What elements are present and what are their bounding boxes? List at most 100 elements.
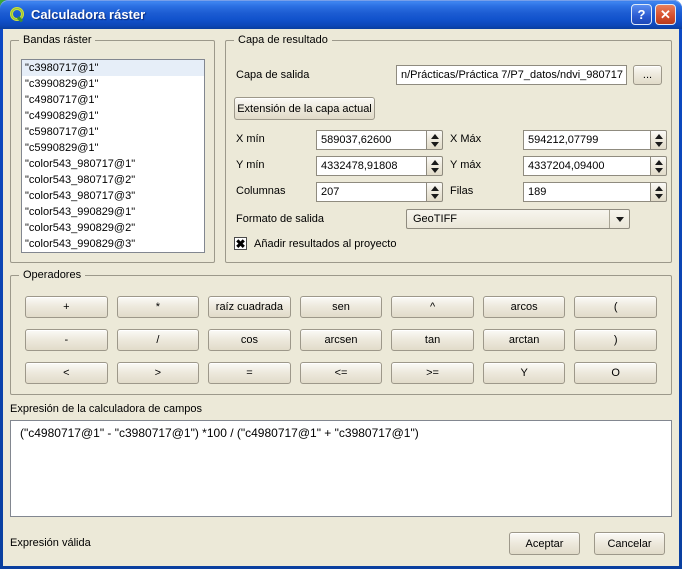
expression-label: Expresión de la calculadora de campos bbox=[10, 403, 202, 415]
operator-button[interactable]: cos bbox=[208, 329, 291, 351]
spin-down-icon[interactable] bbox=[431, 142, 439, 147]
add-results-checkbox-label: Añadir resultados al proyecto bbox=[254, 238, 396, 250]
operator-button[interactable]: <= bbox=[300, 362, 383, 384]
spin-up-icon[interactable] bbox=[655, 160, 663, 165]
band-list-item[interactable]: "c5990829@1" bbox=[22, 140, 204, 156]
operator-button[interactable]: sen bbox=[300, 296, 383, 318]
rows-value[interactable]: 189 bbox=[523, 182, 650, 202]
band-list-item[interactable]: "color543_990829@1" bbox=[22, 204, 204, 220]
operator-button[interactable]: raíz cuadrada bbox=[208, 296, 291, 318]
columns-spinbox[interactable]: 207 bbox=[316, 182, 443, 202]
operator-button[interactable]: / bbox=[117, 329, 200, 351]
band-list-item[interactable]: "c4980717@1" bbox=[22, 92, 204, 108]
raster-bands-group-label: Bandas ráster bbox=[19, 34, 95, 46]
operator-button[interactable]: > bbox=[117, 362, 200, 384]
combo-dropdown-button[interactable] bbox=[609, 210, 629, 228]
chevron-down-icon bbox=[616, 217, 624, 222]
output-format-value: GeoTIFF bbox=[407, 210, 609, 228]
xmin-spin-buttons[interactable] bbox=[426, 130, 443, 150]
operator-button[interactable]: O bbox=[574, 362, 657, 384]
titlebar[interactable]: Calculadora ráster ? ✕ bbox=[0, 0, 682, 29]
xmax-value[interactable]: 594212,07799 bbox=[523, 130, 650, 150]
operator-button[interactable]: Y bbox=[483, 362, 566, 384]
spin-up-icon[interactable] bbox=[431, 134, 439, 139]
spin-down-icon[interactable] bbox=[655, 168, 663, 173]
cancel-button[interactable]: Cancelar bbox=[594, 532, 665, 555]
operators-group-label: Operadores bbox=[19, 269, 85, 281]
band-list-item[interactable]: "color543_990829@2" bbox=[22, 220, 204, 236]
operators-grid: + * raíz cuadrada sen ^ arcos ( - / cos … bbox=[25, 296, 657, 384]
band-list-item[interactable]: "color543_980717@3" bbox=[22, 188, 204, 204]
rows-spinbox[interactable]: 189 bbox=[523, 182, 667, 202]
operator-button[interactable]: = bbox=[208, 362, 291, 384]
help-button[interactable]: ? bbox=[631, 4, 652, 25]
columns-spin-buttons[interactable] bbox=[426, 182, 443, 202]
qgis-icon bbox=[9, 6, 26, 23]
browse-output-button[interactable]: ... bbox=[633, 65, 662, 85]
band-list[interactable]: "c3980717@1" "c3990829@1" "c4980717@1" "… bbox=[21, 59, 205, 253]
xmax-label: X Máx bbox=[450, 133, 481, 145]
rows-label: Filas bbox=[450, 185, 473, 197]
operator-button[interactable]: ) bbox=[574, 329, 657, 351]
xmin-spinbox[interactable]: 589037,62600 bbox=[316, 130, 443, 150]
close-button[interactable]: ✕ bbox=[655, 4, 676, 25]
operator-button[interactable]: ^ bbox=[391, 296, 474, 318]
xmin-label: X mín bbox=[236, 133, 265, 145]
ymax-spinbox[interactable]: 4337204,09400 bbox=[523, 156, 667, 176]
operator-button[interactable]: arcos bbox=[483, 296, 566, 318]
dialog-body: Bandas ráster "c3980717@1" "c3990829@1" … bbox=[3, 29, 679, 566]
operator-button[interactable]: * bbox=[117, 296, 200, 318]
spin-up-icon[interactable] bbox=[655, 134, 663, 139]
operator-button[interactable]: - bbox=[25, 329, 108, 351]
raster-bands-group: Bandas ráster "c3980717@1" "c3990829@1" … bbox=[10, 40, 215, 263]
xmax-spinbox[interactable]: 594212,07799 bbox=[523, 130, 667, 150]
output-layer-path-field[interactable]: n/Prácticas/Práctica 7/P7_datos/ndvi_980… bbox=[396, 65, 627, 85]
raster-calculator-window: Calculadora ráster ? ✕ Bandas ráster "c3… bbox=[0, 0, 682, 569]
spin-down-icon[interactable] bbox=[431, 168, 439, 173]
ymin-spin-buttons[interactable] bbox=[426, 156, 443, 176]
operator-button[interactable]: < bbox=[25, 362, 108, 384]
band-list-item[interactable]: "c3990829@1" bbox=[22, 76, 204, 92]
ymax-value[interactable]: 4337204,09400 bbox=[523, 156, 650, 176]
checkbox-check-icon: ✖ bbox=[235, 238, 245, 250]
operator-button[interactable]: arctan bbox=[483, 329, 566, 351]
rows-spin-buttons[interactable] bbox=[650, 182, 667, 202]
result-layer-group-label: Capa de resultado bbox=[234, 34, 332, 46]
band-list-item[interactable]: "color543_980717@2" bbox=[22, 172, 204, 188]
output-layer-label: Capa de salida bbox=[236, 69, 309, 81]
result-layer-group: Capa de resultado Capa de salida n/Práct… bbox=[225, 40, 672, 263]
band-list-item[interactable]: "color543_980717@1" bbox=[22, 156, 204, 172]
spin-down-icon[interactable] bbox=[655, 194, 663, 199]
operator-button[interactable]: arcsen bbox=[300, 329, 383, 351]
spin-up-icon[interactable] bbox=[655, 186, 663, 191]
ymin-spinbox[interactable]: 4332478,91808 bbox=[316, 156, 443, 176]
operator-button[interactable]: tan bbox=[391, 329, 474, 351]
ymin-value[interactable]: 4332478,91808 bbox=[316, 156, 426, 176]
band-list-item[interactable]: "c4990829@1" bbox=[22, 108, 204, 124]
expression-textarea[interactable]: ("c4980717@1" - "c3980717@1") *100 / ("c… bbox=[10, 420, 672, 517]
columns-value[interactable]: 207 bbox=[316, 182, 426, 202]
spin-up-icon[interactable] bbox=[431, 186, 439, 191]
band-list-item[interactable]: "c3980717@1" bbox=[22, 60, 204, 76]
spin-up-icon[interactable] bbox=[431, 160, 439, 165]
ymax-spin-buttons[interactable] bbox=[650, 156, 667, 176]
expression-status: Expresión válida bbox=[10, 537, 91, 549]
spin-down-icon[interactable] bbox=[655, 142, 663, 147]
operator-button[interactable]: ( bbox=[574, 296, 657, 318]
band-list-item[interactable]: "c5980717@1" bbox=[22, 124, 204, 140]
output-format-combobox[interactable]: GeoTIFF bbox=[406, 209, 630, 229]
ymax-label: Y máx bbox=[450, 159, 481, 171]
operator-button[interactable]: + bbox=[25, 296, 108, 318]
operator-button[interactable]: >= bbox=[391, 362, 474, 384]
ymin-label: Y mín bbox=[236, 159, 265, 171]
columns-label: Columnas bbox=[236, 185, 286, 197]
current-layer-extent-button[interactable]: Extensión de la capa actual bbox=[234, 97, 375, 120]
spin-down-icon[interactable] bbox=[431, 194, 439, 199]
accept-button[interactable]: Aceptar bbox=[509, 532, 580, 555]
operators-group: Operadores + * raíz cuadrada sen ^ arcos… bbox=[10, 275, 672, 395]
add-results-checkbox[interactable]: ✖ bbox=[234, 237, 247, 250]
window-title: Calculadora ráster bbox=[31, 7, 628, 22]
xmin-value[interactable]: 589037,62600 bbox=[316, 130, 426, 150]
band-list-item[interactable]: "color543_990829@3" bbox=[22, 236, 204, 252]
xmax-spin-buttons[interactable] bbox=[650, 130, 667, 150]
